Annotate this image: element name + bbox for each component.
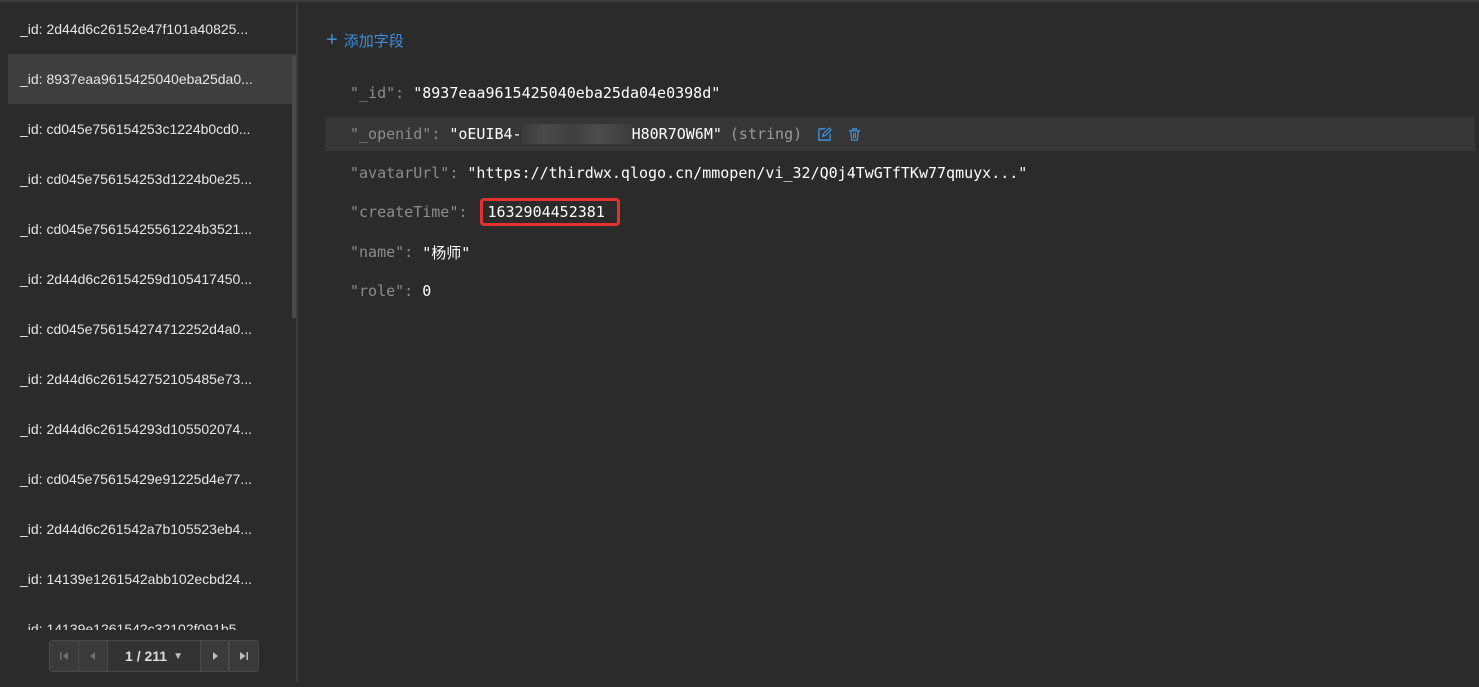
- list-item[interactable]: _id: cd045e75615429e91225d4e77...: [8, 454, 296, 504]
- last-page-button[interactable]: [229, 641, 258, 671]
- list-item[interactable]: _id: 2d44d6c26152e47f101a40825...: [8, 4, 296, 54]
- edit-field-button[interactable]: [814, 124, 834, 144]
- app-frame: _id: 2d44d6c26152e47f101a40825... _id: 8…: [0, 0, 1479, 687]
- field-row-name[interactable]: "name": "杨师": [325, 235, 1475, 269]
- list-item[interactable]: _id: cd045e756154253c1224b0cd0...: [8, 104, 296, 154]
- pagination: 1 / 211 ▼: [49, 640, 259, 672]
- field-key: "role":: [350, 282, 423, 300]
- add-field-label: 添加字段: [343, 32, 404, 50]
- list-item[interactable]: _id: 2d44d6c26154259d105417450...: [8, 254, 296, 304]
- first-page-button[interactable]: [50, 641, 79, 671]
- list-item[interactable]: _id: 2d44d6c26154293d105502074...: [8, 404, 296, 454]
- field-key: "createTime":: [350, 203, 477, 221]
- list-item[interactable]: _id: cd045e75615425561224b3521...: [8, 204, 296, 254]
- edit-icon: [817, 126, 832, 141]
- record-list[interactable]: _id: 2d44d6c26152e47f101a40825... _id: 8…: [8, 4, 296, 630]
- delete-field-button[interactable]: [844, 124, 864, 144]
- field-key: "_openid":: [350, 125, 450, 143]
- field-value[interactable]: "https://thirdwx.qlogo.cn/mmopen/vi_32/Q…: [467, 164, 1027, 182]
- next-page-button[interactable]: [200, 641, 229, 671]
- list-item[interactable]: _id: 2d44d6c261542a7b105523eb4...: [8, 504, 296, 554]
- field-key: "_id":: [350, 84, 414, 102]
- field-value[interactable]: 1632904452381: [487, 203, 604, 221]
- field-key: "name":: [350, 243, 423, 261]
- field-value-suffix[interactable]: H80R7OW6M": [632, 125, 722, 143]
- field-type: (string): [729, 125, 803, 143]
- prev-page-icon: [90, 652, 95, 660]
- record-detail-panel: + 添加字段 "_id": "8937eaa9615425040eba25da0…: [300, 4, 1477, 680]
- field-row-avatarurl[interactable]: "avatarUrl": "https://thirdwx.qlogo.cn/m…: [325, 156, 1475, 190]
- add-field-button[interactable]: + 添加字段: [326, 28, 404, 52]
- list-item[interactable]: _id: 2d44d6c261542752105485e73...: [8, 354, 296, 404]
- field-row-role[interactable]: "role": 0: [325, 274, 1475, 308]
- field-value-prefix[interactable]: "oEUIB4-: [449, 125, 521, 143]
- list-item-selected[interactable]: _id: 8937eaa9615425040eba25da0...: [8, 54, 296, 104]
- trash-icon: [848, 127, 860, 141]
- field-key: "avatarUrl":: [350, 164, 468, 182]
- page-indicator: 1 / 211: [125, 648, 168, 664]
- list-item[interactable]: _id: 14139e1261542c32102f091b5...: [8, 604, 296, 630]
- record-list-panel: _id: 2d44d6c26152e47f101a40825... _id: 8…: [8, 4, 298, 682]
- list-item[interactable]: _id: 14139e1261542abb102ecbd24...: [8, 554, 296, 604]
- prev-page-button[interactable]: [79, 641, 108, 671]
- list-scrollbar[interactable]: [292, 56, 296, 318]
- chevron-down-icon: ▼: [173, 650, 183, 662]
- list-item[interactable]: _id: cd045e756154253d1224b0e25...: [8, 154, 296, 204]
- field-row-createtime[interactable]: "createTime": 1632904452381: [325, 195, 1475, 229]
- redacted-mask: [521, 124, 632, 144]
- last-page-icon: [240, 652, 248, 660]
- list-item[interactable]: _id: cd045e756154274712252d4a0...: [8, 304, 296, 354]
- page-select[interactable]: 1 / 211 ▼: [108, 641, 200, 671]
- field-value[interactable]: "8937eaa9615425040eba25da04e0398d": [413, 84, 720, 102]
- field-value[interactable]: "杨师": [422, 242, 470, 263]
- plus-icon: +: [326, 29, 338, 51]
- first-page-icon: [60, 652, 68, 660]
- highlight-box: 1632904452381: [480, 198, 620, 226]
- field-row-id[interactable]: "_id": "8937eaa9615425040eba25da04e0398d…: [325, 76, 1475, 110]
- field-row-openid[interactable]: "_openid": "oEUIB4- H80R7OW6M" (string): [325, 117, 1475, 151]
- field-value[interactable]: 0: [422, 282, 431, 300]
- next-page-icon: [212, 652, 218, 660]
